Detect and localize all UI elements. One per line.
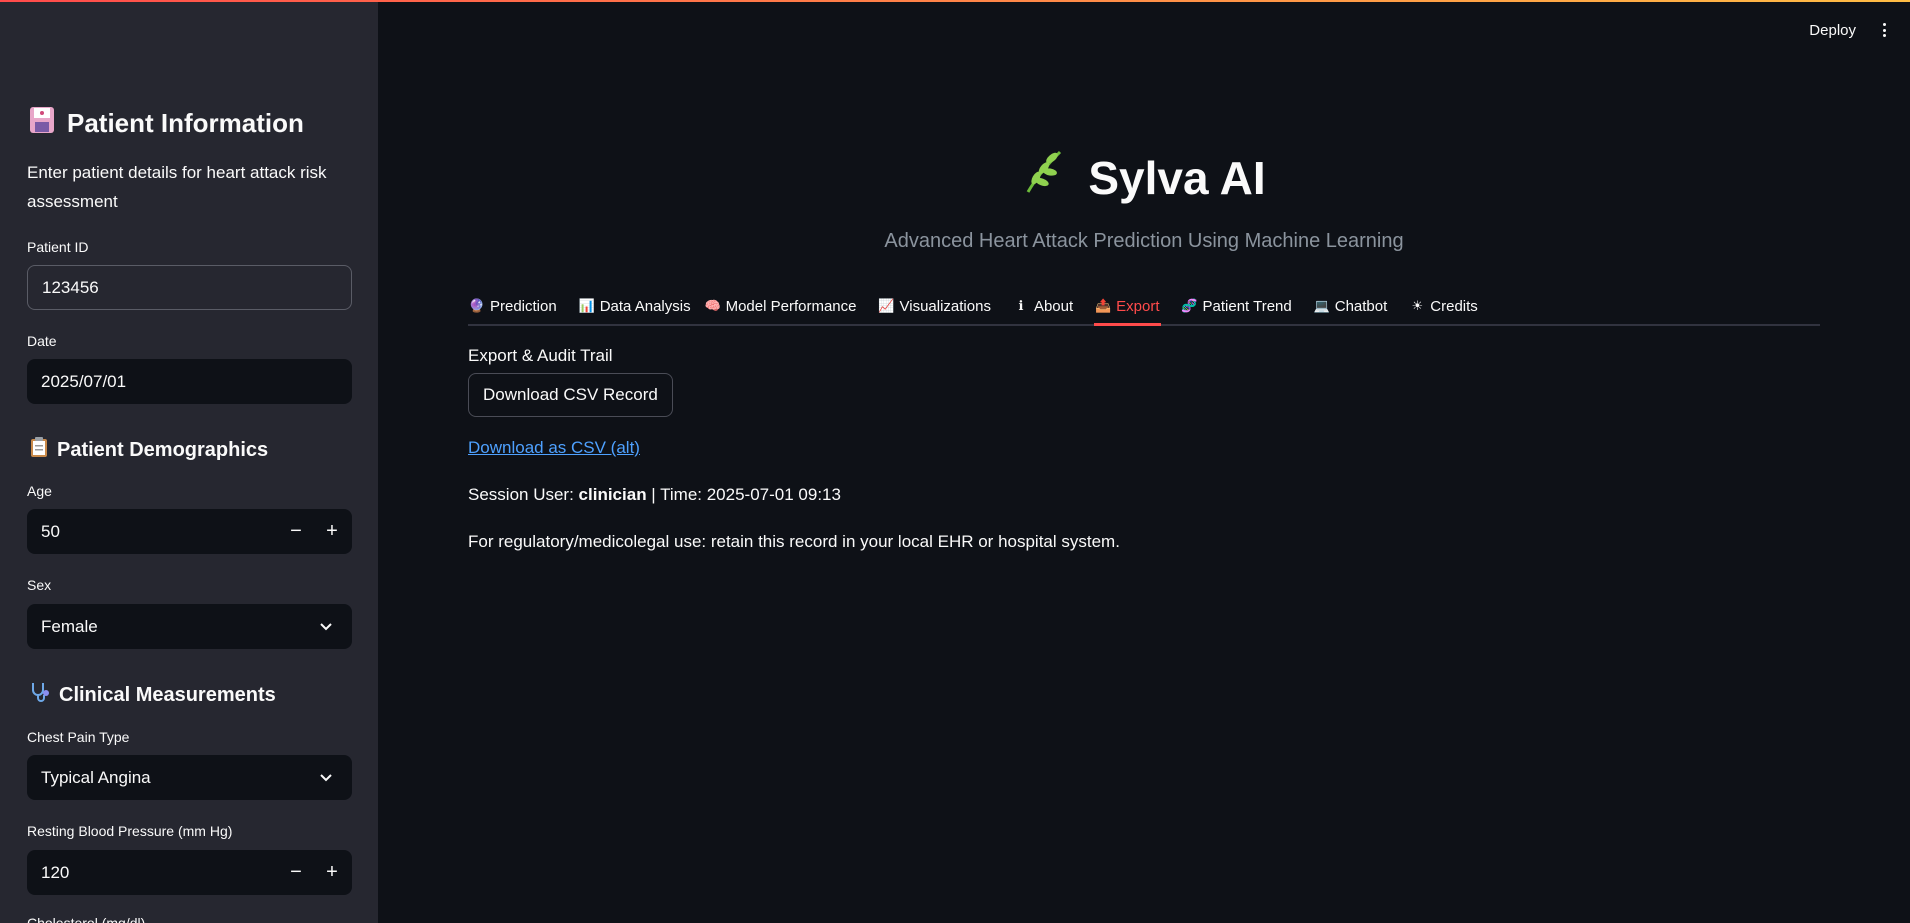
- demographics-heading-text: Patient Demographics: [57, 438, 269, 461]
- tab-label: About: [1033, 297, 1074, 315]
- stethoscope-icon: [29, 681, 51, 709]
- patient-id-value: 123456: [42, 277, 99, 297]
- tab-credits[interactable]: ☀ Credits: [1408, 288, 1479, 324]
- regulatory-note: For regulatory/medicolegal use: retain t…: [468, 532, 1120, 551]
- tab-label: Export: [1116, 297, 1160, 315]
- patient-id-input[interactable]: 123456: [27, 265, 352, 310]
- age-label: Age: [27, 483, 52, 499]
- kebab-menu-icon[interactable]: [1878, 20, 1890, 40]
- sun-icon: ☀: [1411, 298, 1424, 313]
- top-decoration-bar: [0, 0, 1910, 2]
- tab-label: Data Analysis: [599, 297, 691, 315]
- tab-data-analysis[interactable]: 📊 Data Analysis: [578, 288, 692, 324]
- sex-value: Female: [41, 616, 98, 636]
- sidebar-description: Enter patient details for heart attack r…: [27, 163, 327, 211]
- tab-chatbot[interactable]: 💻 Chatbot: [1313, 288, 1389, 324]
- sidebar: Patient Information Enter patient detail…: [0, 0, 378, 923]
- floppy-disk-icon: [29, 106, 55, 141]
- demographics-heading: Patient Demographics: [29, 436, 268, 464]
- chest-pain-select[interactable]: Typical Angina: [27, 755, 352, 800]
- tab-label: Credits: [1430, 297, 1478, 315]
- leaf-icon: [1022, 148, 1066, 207]
- age-value: 50: [41, 521, 60, 541]
- resting-bp-label: Resting Blood Pressure (mm Hg): [27, 823, 233, 839]
- dna-icon: 🧬: [1181, 298, 1198, 313]
- page-title: Sylva AI: [468, 148, 1820, 207]
- sex-select[interactable]: Female: [27, 604, 352, 649]
- cholesterol-label: Cholesterol (mg/dl): [27, 915, 146, 923]
- session-info: Session User: clinician | Time: 2025-07-…: [468, 485, 841, 505]
- tab-patient-trend[interactable]: 🧬 Patient Trend: [1181, 288, 1293, 324]
- clinical-heading: Clinical Measurements: [29, 681, 276, 709]
- chest-pain-value: Typical Angina: [41, 767, 151, 787]
- tab-label: Chatbot: [1334, 297, 1388, 315]
- main-content: Sylva AI Advanced Heart Attack Predictio…: [468, 0, 1820, 923]
- date-input[interactable]: 2025/07/01: [27, 359, 352, 404]
- date-value: 2025/07/01: [41, 371, 127, 391]
- tab-label: Visualizations: [899, 297, 991, 315]
- age-increment-button[interactable]: +: [314, 509, 350, 554]
- info-icon: ℹ: [1018, 298, 1024, 313]
- clinical-heading-text: Clinical Measurements: [59, 683, 276, 706]
- session-user: clinician: [578, 485, 647, 504]
- download-csv-button[interactable]: Download CSV Record: [468, 373, 673, 417]
- laptop-icon: 💻: [1313, 298, 1330, 313]
- tab-label: Model Performance: [725, 297, 857, 315]
- header-actions: Deploy: [1809, 20, 1890, 40]
- sex-label: Sex: [27, 577, 52, 593]
- age-decrement-button[interactable]: −: [278, 509, 314, 554]
- tab-visualizations[interactable]: 📈 Visualizations: [878, 288, 992, 324]
- line-chart-icon: 📈: [878, 298, 895, 313]
- chevron-down-icon: [320, 623, 332, 631]
- export-section-label: Export & Audit Trail: [468, 346, 613, 365]
- page-subtitle: Advanced Heart Attack Prediction Using M…: [884, 230, 1404, 252]
- resting-bp-value: 120: [41, 862, 70, 882]
- tab-bar: 🔮 Prediction 📊 Data Analysis 🧠 Model Perfor…: [468, 288, 1820, 326]
- age-input[interactable]: 50 − +: [27, 509, 352, 554]
- tab-about[interactable]: ℹ About: [1012, 288, 1074, 324]
- tab-label: Patient Trend: [1202, 297, 1292, 315]
- resting-bp-decrement-button[interactable]: −: [278, 850, 314, 895]
- page-title-text: Sylva AI: [1088, 151, 1266, 204]
- crystal-ball-icon: 🔮: [468, 298, 486, 313]
- session-prefix: Session User:: [468, 485, 579, 504]
- date-label: Date: [27, 333, 57, 349]
- bar-chart-icon: 📊: [578, 298, 595, 313]
- sidebar-title: Patient Information: [29, 106, 304, 141]
- sidebar-title-text: Patient Information: [67, 108, 304, 138]
- resting-bp-input[interactable]: 120 − +: [27, 850, 352, 895]
- download-csv-alt-link[interactable]: Download as CSV (alt): [468, 438, 640, 458]
- brain-icon: 🧠: [704, 298, 721, 313]
- chest-pain-label: Chest Pain Type: [27, 729, 130, 745]
- clipboard-icon: [29, 436, 49, 464]
- chevron-down-icon: [320, 774, 332, 782]
- tab-prediction[interactable]: 🔮 Prediction: [468, 288, 558, 324]
- patient-id-label: Patient ID: [27, 239, 89, 255]
- inbox-tray-icon: 📤: [1095, 298, 1112, 313]
- tab-label: Prediction: [490, 297, 557, 315]
- tab-model-performance[interactable]: 🧠 Model Performance: [704, 288, 858, 324]
- resting-bp-increment-button[interactable]: +: [314, 850, 350, 895]
- session-time: | Time: 2025-07-01 09:13: [646, 485, 841, 504]
- tab-export[interactable]: 📤 Export: [1094, 288, 1161, 326]
